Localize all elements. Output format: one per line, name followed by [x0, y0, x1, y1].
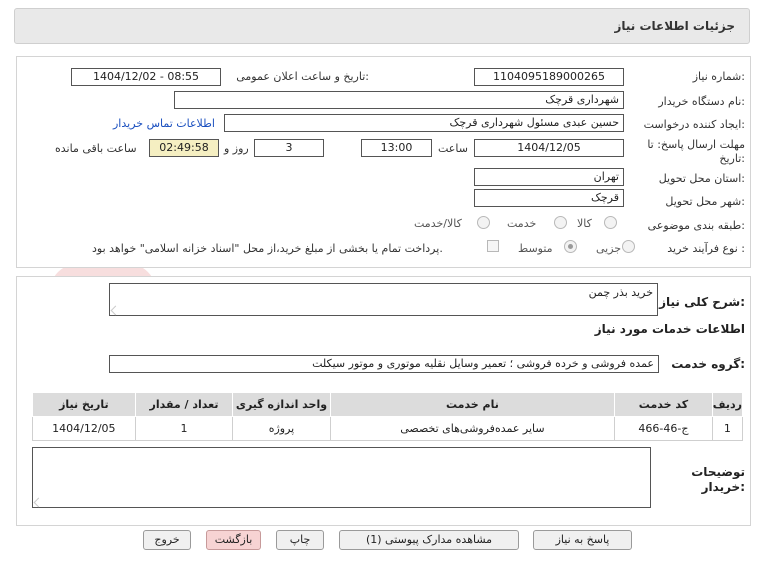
cell-unit: پروژه [232, 416, 331, 441]
province-label: استان محل تحویل: [658, 172, 745, 185]
city-field[interactable]: قرچک [474, 189, 624, 207]
buyer-notes-label: توضیحات [691, 465, 745, 479]
announce-datetime-field[interactable]: 1404/12/02 - 08:55 [71, 68, 221, 86]
reply-button[interactable]: پاسخ به نیاز [533, 530, 632, 550]
category-service-radio[interactable] [554, 216, 567, 229]
purchase-minor-label: جزیی [596, 242, 622, 255]
buyer-org-field[interactable]: شهرداری قرچک [174, 91, 624, 109]
page-title: جزئیات اطلاعات نیاز [614, 19, 735, 33]
category-goods-radio[interactable] [604, 216, 617, 229]
category-goods-label: کالا [577, 217, 592, 230]
view-attachments-button[interactable]: مشاهده مدارک پیوستی (1) [339, 530, 519, 550]
col-header-need-date: تاریخ نیاز [32, 392, 136, 417]
table-row: 1 ج-46-466 سایر عمده‌فروشی‌های تخصصی پرو… [32, 416, 744, 441]
category-service-label: خدمت [507, 217, 537, 230]
deadline-label-date: تاریخ: [719, 152, 745, 165]
purchase-medium-label: متوسط [518, 242, 553, 255]
purchase-type-label: نوع فرآیند خرید : [667, 242, 745, 255]
back-button[interactable]: بازگشت [206, 530, 261, 550]
category-goods-service-label: کالا/خدمت [414, 217, 462, 230]
services-table: ردیف کد خدمت نام خدمت واحد اندازه گیری ت… [32, 392, 744, 441]
province-field[interactable]: تهران [474, 168, 624, 186]
need-number-label: شماره نیاز: [692, 70, 745, 83]
col-header-service-name: نام خدمت [329, 392, 616, 417]
exit-button[interactable]: خروج [143, 530, 191, 550]
purchase-medium-radio[interactable] [564, 240, 577, 253]
col-header-service-code: کد خدمت [614, 392, 713, 417]
category-label: طبقه بندی موضوعی: [647, 219, 745, 232]
resize-grip-icon[interactable] [110, 305, 121, 316]
cell-service-code: ج-46-466 [614, 416, 713, 441]
days-label: روز و [224, 142, 249, 155]
cell-quantity: 1 [134, 416, 234, 441]
treasury-payment-note: پرداخت تمام یا بخشی از مبلغ خرید،از محل … [92, 242, 443, 255]
general-description-field[interactable]: خرید بذر چمن [109, 283, 658, 316]
buyer-org-label: نام دستگاه خریدار: [658, 95, 745, 108]
services-info-title: اطلاعات خدمات مورد نیاز [594, 322, 745, 336]
need-info-section [16, 56, 751, 268]
deadline-time-label: ساعت [438, 142, 468, 155]
table-header-row: ردیف کد خدمت نام خدمت واحد اندازه گیری ت… [32, 392, 744, 417]
time-remaining-label: ساعت باقی مانده [55, 142, 137, 155]
col-header-quantity: تعداد / مقدار [134, 392, 234, 417]
cell-row-number: 1 [711, 416, 744, 441]
service-group-field[interactable]: عمده فروشی و خرده فروشی ؛ تعمیر وسایل نق… [109, 355, 659, 373]
deadline-date-field[interactable]: 1404/12/05 [474, 139, 624, 157]
cell-service-name: سایر عمده‌فروشی‌های تخصصی [329, 416, 616, 441]
buyer-contact-link[interactable]: اطلاعات تماس خریدار [113, 117, 215, 130]
announce-datetime-label: تاریخ و ساعت اعلان عمومی: [236, 70, 369, 83]
days-remaining-field[interactable]: 3 [254, 139, 324, 157]
col-header-row-number: ردیف [711, 392, 744, 417]
print-button[interactable]: چاپ [276, 530, 324, 550]
need-number-field[interactable]: 1104095189000265 [474, 68, 624, 86]
deadline-time-field[interactable]: 13:00 [361, 139, 432, 157]
general-description-label: شرح کلی نیاز: [659, 295, 745, 309]
buyer-notes-label-2: خریدار: [701, 480, 745, 494]
page-header: جزئیات اطلاعات نیاز [14, 8, 750, 44]
cell-need-date: 1404/12/05 [32, 416, 136, 441]
deadline-label: مهلت ارسال پاسخ: تا [647, 138, 745, 151]
creator-field[interactable]: حسین عبدی مسئول شهرداری قرچک [224, 114, 624, 132]
buyer-notes-field[interactable] [32, 447, 651, 508]
category-goods-service-radio[interactable] [477, 216, 490, 229]
city-label: شهر محل تحویل: [665, 195, 745, 208]
creator-label: ایجاد کننده درخواست: [643, 118, 745, 131]
service-group-label: گروه خدمت: [671, 357, 745, 371]
col-header-unit: واحد اندازه گیری [232, 392, 331, 417]
resize-grip-icon[interactable] [33, 497, 44, 508]
purchase-minor-radio[interactable] [622, 240, 635, 253]
general-description-text: خرید بذر چمن [588, 286, 653, 299]
treasury-payment-checkbox[interactable] [487, 240, 499, 252]
time-remaining-field: 02:49:58 [149, 139, 219, 157]
